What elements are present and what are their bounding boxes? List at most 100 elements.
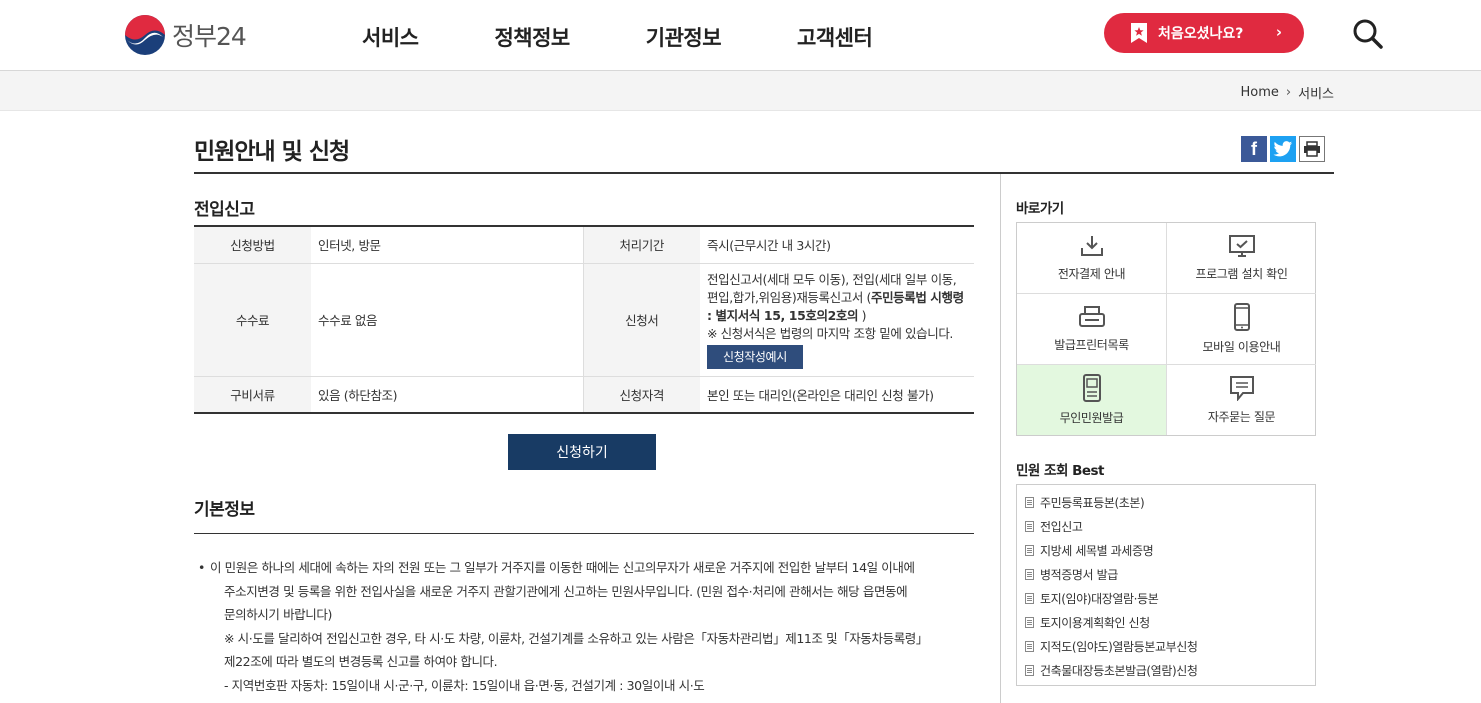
best-list: 주민등록표등본(초본) 전입신고 지방세 세목별 과세증명 병적증명서 발급 토… [1016,484,1316,686]
row-header: 수수료 [194,262,311,376]
quick-link-printers[interactable]: 발급프린터목록 [1017,294,1167,365]
list-item[interactable]: 병적증명서 발급 [1025,562,1315,586]
title-divider [194,172,1334,174]
quick-link-label: 자주묻는 질문 [1207,410,1276,424]
site-header: 정부24 서비스 정책정보 기관정보 고객센터 처음오셨나요? › [0,0,1481,71]
row-value: 수수료 없음 [311,262,584,376]
document-icon [1025,640,1034,652]
breadcrumb-bar: Home › 서비스 [0,71,1481,111]
application-form-cell: 전입신고서(세대 모두 이동), 전입(세대 일부 이동,편입,합가,위임용)재… [700,262,974,376]
row-value: 있음 (하단참조) [311,375,584,413]
best-item-label: 토지이용계획확인 신청 [1040,615,1150,630]
row-value: 인터넷, 방문 [311,225,584,263]
document-icon [1025,568,1034,580]
list-item[interactable]: 전입신고 [1025,514,1315,538]
quick-links: 전자결제 안내 프로그램 설치 확인 발급프린터목록 모바일 이용안내 무인민원… [1016,222,1316,436]
row-header: 처리기간 [583,225,700,263]
main-nav: 서비스 정책정보 기관정보 고객센터 [362,22,948,52]
row-header: 신청자격 [583,375,700,413]
quick-link-label: 무인민원발급 [1059,411,1124,425]
share-tools: f [1241,136,1325,162]
quick-link-payment[interactable]: 전자결제 안내 [1017,223,1167,294]
document-icon [1025,496,1034,508]
basic-info-title: 기본정보 [194,500,255,520]
breadcrumb-home[interactable]: Home [1241,85,1279,100]
breadcrumb-current[interactable]: 서비스 [1298,83,1334,102]
form-text-end: ) [858,307,867,323]
first-visit-button[interactable]: 처음오셨나요? › [1104,13,1304,53]
print-icon[interactable] [1299,136,1325,162]
best-item-label: 주민등록표등본(초본) [1040,495,1145,510]
example-button[interactable]: 신청작성예시 [707,344,803,369]
list-item[interactable]: 주민등록표등본(초본) [1025,490,1315,514]
row-value: 즉시(근무시간 내 3시간) [700,225,974,263]
document-icon [1025,592,1034,604]
column-divider [1000,174,1001,703]
info-line: ※ 시·도를 달리하여 전입신고한 경우, 타 시·도 차량, 이륜차, 건설기… [224,630,929,646]
row-header: 신청방법 [194,225,311,263]
document-icon [1025,520,1034,532]
quick-link-program-check[interactable]: 프로그램 설치 확인 [1167,223,1316,294]
info-line: 제22조에 따라 별도의 변경등록 신고를 하여야 합니다. [224,654,498,669]
bookmark-star-icon [1131,23,1147,43]
quick-link-kiosk[interactable]: 무인민원발급 [1017,365,1167,435]
apply-button[interactable]: 신청하기 [508,434,656,470]
first-visit-label: 처음오셨나요? [1158,26,1244,42]
quick-link-label: 전자결제 안내 [1057,267,1126,281]
logo-text: 정부24 [172,22,247,51]
info-line: 문의하시기 바랍니다) [224,607,332,622]
quick-link-label: 모바일 이용안내 [1202,340,1281,354]
nav-service[interactable]: 서비스 [362,22,419,52]
kiosk-icon [1082,374,1101,402]
printer-icon [1078,306,1105,327]
row-header: 구비서류 [194,375,311,413]
best-title: 민원 조회 Best [1016,463,1105,479]
nav-agency[interactable]: 기관정보 [646,22,722,52]
service-title: 전입신고 [194,200,255,220]
chat-icon [1229,376,1254,401]
page-title: 민원안내 및 신청 [194,139,350,165]
list-item[interactable]: 토지(임야)대장열람·등본 [1025,586,1315,610]
quick-link-faq[interactable]: 자주묻는 질문 [1167,365,1316,435]
monitor-check-icon [1228,235,1255,257]
best-item-label: 병적증명서 발급 [1040,567,1118,582]
table-row: 신청방법 인터넷, 방문 처리기간 즉시(근무시간 내 3시간) [194,225,974,263]
nav-customer-center[interactable]: 고객센터 [797,22,873,52]
search-icon[interactable] [1352,18,1384,54]
row-header: 신청서 [583,262,700,376]
table-row: 구비서류 있음 (하단참조) 신청자격 본인 또는 대리인(온라인은 대리인 신… [194,375,974,413]
best-item-label: 지적도(임야도)열람등본교부신청 [1040,639,1198,654]
nav-policy[interactable]: 정책정보 [494,22,570,52]
best-item-label: 토지(임야)대장열람·등본 [1040,591,1159,606]
mobile-icon [1233,303,1250,331]
logo[interactable]: 정부24 [124,14,247,56]
list-item[interactable]: 지적도(임야도)열람등본교부신청 [1025,634,1315,658]
row-value: 본인 또는 대리인(온라인은 대리인 신청 불가) [700,375,974,413]
best-item-label: 전입신고 [1040,519,1083,534]
best-item-label: 건축물대장등초본발급(열람)신청 [1040,663,1198,678]
document-icon [1025,664,1034,676]
document-icon [1025,616,1034,628]
basic-info-content: • 이 민원은 하나의 세대에 속하는 자의 전원 또는 그 일부가 거주지를 이… [198,556,963,697]
bullet-icon: • [198,560,205,575]
list-item[interactable]: 건축물대장등초본발급(열람)신청 [1025,658,1315,682]
info-line: - 지역번호판 자동차: 15일이내 시·군·구, 이륜차: 15일이내 읍·면… [224,677,705,693]
quick-link-label: 발급프린터목록 [1054,338,1129,352]
chevron-right-icon: › [1285,85,1292,100]
breadcrumb: Home › 서비스 [1241,83,1334,102]
chevron-right-icon: › [1275,23,1282,41]
government-emblem-icon [125,15,165,55]
facebook-icon[interactable]: f [1241,136,1267,162]
list-item[interactable]: 지방세 세목별 과세증명 [1025,538,1315,562]
info-line: 주소지변경 및 등록을 위한 전입사실을 새로운 거주지 관할기관에게 신고하는… [224,583,908,599]
quick-link-mobile[interactable]: 모바일 이용안내 [1167,294,1316,365]
table-row: 수수료 수수료 없음 신청서 전입신고서(세대 모두 이동), 전입(세대 일부… [194,262,974,376]
info-line: 이 민원은 하나의 세대에 속하는 자의 전원 또는 그 일부가 거주지를 이동… [210,560,915,575]
list-item[interactable]: 토지이용계획확인 신청 [1025,610,1315,634]
document-icon [1025,544,1034,556]
service-info-table: 신청방법 인터넷, 방문 처리기간 즉시(근무시간 내 3시간) 수수료 수수료… [194,225,974,414]
quick-link-label: 프로그램 설치 확인 [1195,267,1288,281]
twitter-icon[interactable] [1270,136,1296,162]
quick-links-title: 바로가기 [1016,201,1064,217]
form-note: ※ 신청서식은 법령의 마지막 조항 밑에 있습니다. [707,325,953,341]
